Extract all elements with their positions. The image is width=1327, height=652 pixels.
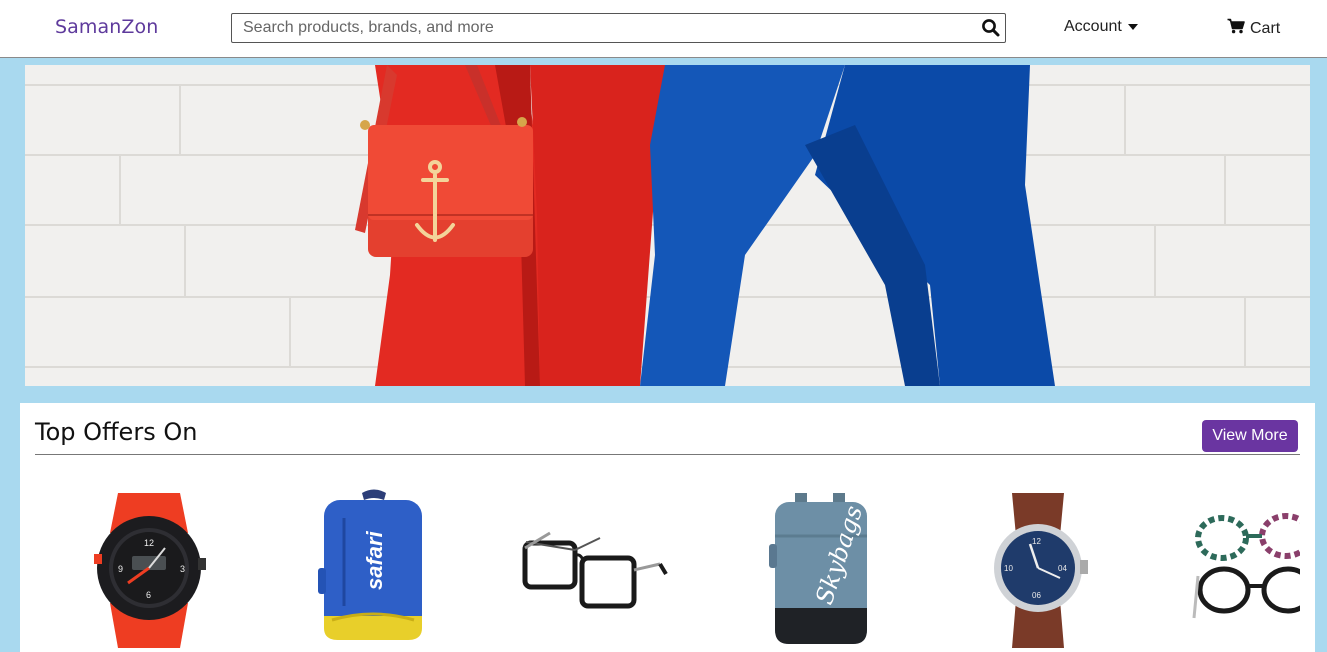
svg-text:04: 04 <box>1058 564 1067 573</box>
product-card[interactable]: safari <box>310 488 490 648</box>
cart-icon <box>1227 18 1245 39</box>
cart-link[interactable]: Cart <box>1227 18 1280 39</box>
floral-eyeglasses-icon <box>1192 513 1300 619</box>
svg-text:10: 10 <box>1004 564 1013 573</box>
cart-label: Cart <box>1250 19 1281 37</box>
svg-text:3: 3 <box>180 564 185 574</box>
search-icon[interactable] <box>981 18 1001 38</box>
svg-text:12: 12 <box>1032 537 1041 546</box>
brand-logo[interactable]: SamanZon <box>55 16 158 38</box>
product-card[interactable]: 12 3 9 6 <box>70 488 250 648</box>
svg-text:12: 12 <box>144 538 154 548</box>
view-more-button[interactable]: View More <box>1202 420 1298 452</box>
caret-down-icon <box>1127 24 1138 30</box>
svg-text:safari: safari <box>362 530 387 590</box>
section-title: Top Offers On <box>35 418 198 446</box>
blue-backpack-icon: safari <box>318 489 422 640</box>
search-input[interactable] <box>232 14 972 42</box>
brand-logo-second: Zon <box>121 16 159 38</box>
hero-banner-image <box>25 65 1310 386</box>
product-card[interactable]: 12 06 10 04 <box>990 488 1170 648</box>
account-dropdown[interactable]: Account <box>1064 18 1138 36</box>
product-card[interactable]: Skybags <box>765 488 945 648</box>
eyeglasses-icon <box>522 531 668 609</box>
sports-watch-icon: 12 3 9 6 <box>94 493 206 648</box>
svg-text:9: 9 <box>118 564 123 574</box>
svg-text:6: 6 <box>146 590 151 600</box>
product-card[interactable] <box>520 488 700 648</box>
top-offers-section: Top Offers On View More 12 3 9 6 safari … <box>20 403 1315 652</box>
grey-backpack-icon: Skybags <box>769 493 868 644</box>
account-label: Account <box>1064 18 1122 35</box>
brand-logo-first: Saman <box>55 16 122 38</box>
section-divider <box>35 454 1300 455</box>
analog-watch-icon: 12 06 10 04 <box>994 493 1088 648</box>
svg-text:06: 06 <box>1032 591 1041 600</box>
hero-banner[interactable] <box>25 65 1310 386</box>
product-card[interactable] <box>1192 488 1300 648</box>
search-box <box>231 13 1006 43</box>
top-navbar: SamanZon Account Cart <box>0 0 1327 58</box>
